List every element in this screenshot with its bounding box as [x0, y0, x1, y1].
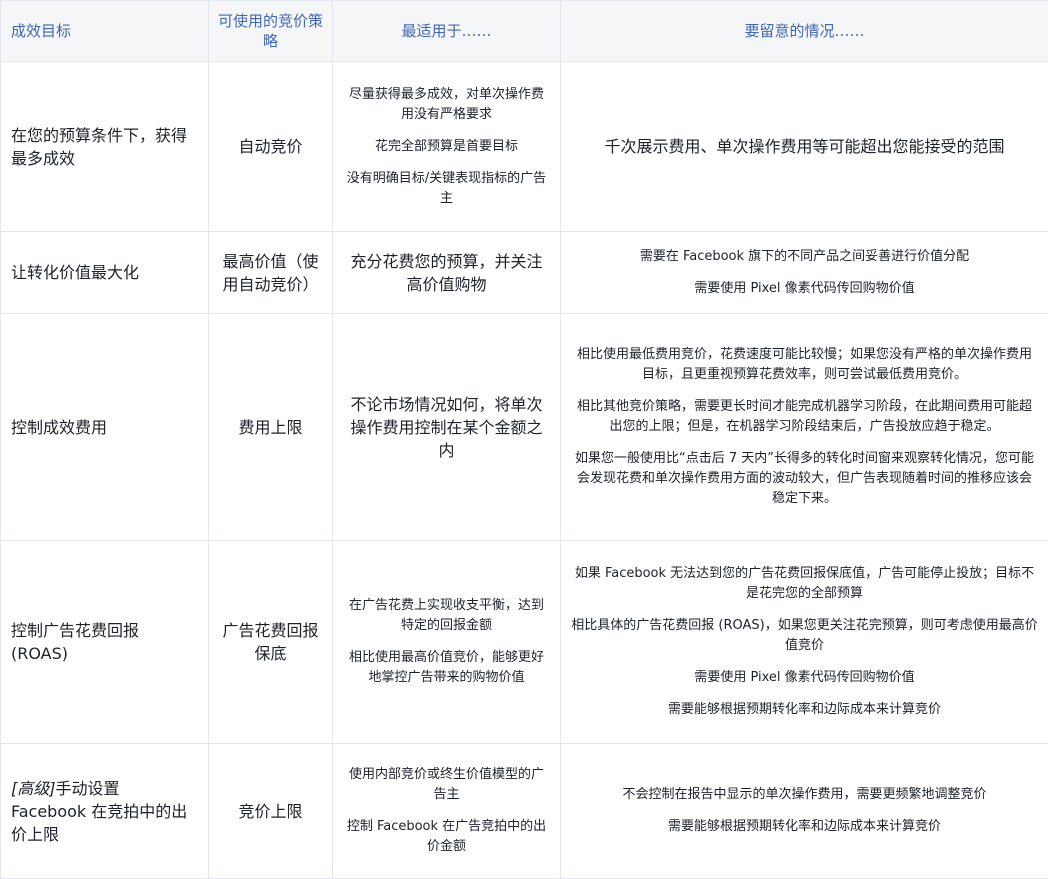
strategy-cell: 费用上限: [209, 314, 333, 541]
watch-for-item: 需要使用 Pixel 像素代码传回购物价值: [571, 279, 1038, 299]
best-for-item: 使用内部竞价或终生价值模型的广告主: [343, 765, 550, 805]
bidding-strategy-table: 成效目标 可使用的竞价策略 最适用于…… 要留意的情况…… 在您的预算条件下，获…: [0, 0, 1048, 879]
goal-cell: 在您的预算条件下，获得最多成效: [1, 62, 209, 232]
goal-cell: [高级]手动设置 Facebook 在竞拍中的出价上限: [1, 744, 209, 879]
watch-for-cell: 相比使用最低费用竞价，花费速度可能比较慢；如果您没有严格的单次操作费用目标，且更…: [561, 314, 1048, 541]
watch-for-item: 如果您一般使用比“点击后 7 天内”长得多的转化时间窗来观察转化情况，您可能会发…: [571, 449, 1038, 509]
column-header-goal: 成效目标: [1, 1, 209, 62]
table-row: 在您的预算条件下，获得最多成效 自动竞价 尽量获得最多成效，对单次操作费用没有严…: [1, 62, 1048, 232]
watch-for-item: 千次展示费用、单次操作费用等可能超出您能接受的范围: [571, 135, 1038, 158]
watch-for-cell: 需要在 Facebook 旗下的不同产品之间妥善进行价值分配 需要使用 Pixe…: [561, 232, 1048, 314]
best-for-item: 没有明确目标/关键表现指标的广告主: [343, 169, 550, 209]
watch-for-item: 需要使用 Pixel 像素代码传回购物价值: [571, 668, 1038, 688]
best-for-item: 尽量获得最多成效，对单次操作费用没有严格要求: [343, 85, 550, 125]
best-for-cell: 尽量获得最多成效，对单次操作费用没有严格要求 花完全部预算是首要目标 没有明确目…: [333, 62, 561, 232]
goal-cell: 控制成效费用: [1, 314, 209, 541]
watch-for-item: 相比具体的广告花费回报 (ROAS)，如果您更关注花完预算，则可考虑使用最高价值…: [571, 616, 1038, 656]
column-header-watch-for: 要留意的情况……: [561, 1, 1048, 62]
best-for-item: 不论市场情况如何，将单次操作费用控制在某个金额之内: [343, 393, 550, 462]
best-for-cell: 不论市场情况如何，将单次操作费用控制在某个金额之内: [333, 314, 561, 541]
watch-for-item: 如果 Facebook 无法达到您的广告花费回报保底值，广告可能停止投放；目标不…: [571, 564, 1038, 604]
watch-for-item: 需要能够根据预期转化率和边际成本来计算竞价: [571, 817, 1038, 837]
table-row: 控制广告花费回报 (ROAS) 广告花费回报保底 在广告花费上实现收支平衡，达到…: [1, 541, 1048, 744]
watch-for-item: 相比使用最低费用竞价，花费速度可能比较慢；如果您没有严格的单次操作费用目标，且更…: [571, 345, 1038, 385]
table-row: [高级]手动设置 Facebook 在竞拍中的出价上限 竞价上限 使用内部竞价或…: [1, 744, 1048, 879]
best-for-cell: 充分花费您的预算，并关注高价值购物: [333, 232, 561, 314]
watch-for-cell: 如果 Facebook 无法达到您的广告花费回报保底值，广告可能停止投放；目标不…: [561, 541, 1048, 744]
strategy-cell: 竞价上限: [209, 744, 333, 879]
best-for-cell: 在广告花费上实现收支平衡，达到特定的回报金额 相比使用最高价值竞价，能够更好地掌…: [333, 541, 561, 744]
strategy-cell: 自动竞价: [209, 62, 333, 232]
advanced-tag: [高级]: [11, 779, 56, 798]
best-for-item: 控制 Facebook 在广告竞拍中的出价金额: [343, 817, 550, 857]
table-header-row: 成效目标 可使用的竞价策略 最适用于…… 要留意的情况……: [1, 1, 1048, 62]
column-header-strategy: 可使用的竞价策略: [209, 1, 333, 62]
best-for-item: 相比使用最高价值竞价，能够更好地掌控广告带来的购物价值: [343, 648, 550, 688]
best-for-item: 充分花费您的预算，并关注高价值购物: [343, 250, 550, 296]
watch-for-item: 需要能够根据预期转化率和边际成本来计算竞价: [571, 700, 1038, 720]
table-row: 控制成效费用 费用上限 不论市场情况如何，将单次操作费用控制在某个金额之内 相比…: [1, 314, 1048, 541]
watch-for-item: 需要在 Facebook 旗下的不同产品之间妥善进行价值分配: [571, 247, 1038, 267]
best-for-cell: 使用内部竞价或终生价值模型的广告主 控制 Facebook 在广告竞拍中的出价金…: [333, 744, 561, 879]
watch-for-cell: 千次展示费用、单次操作费用等可能超出您能接受的范围: [561, 62, 1048, 232]
column-header-best-for: 最适用于……: [333, 1, 561, 62]
strategy-cell: 最高价值（使用自动竞价）: [209, 232, 333, 314]
goal-cell: 让转化价值最大化: [1, 232, 209, 314]
watch-for-cell: 不会控制在报告中显示的单次操作费用，需要更频繁地调整竞价 需要能够根据预期转化率…: [561, 744, 1048, 879]
strategy-cell: 广告花费回报保底: [209, 541, 333, 744]
watch-for-item: 相比其他竞价策略，需要更长时间才能完成机器学习阶段，在此期间费用可能超出您的上限…: [571, 397, 1038, 437]
watch-for-item: 不会控制在报告中显示的单次操作费用，需要更频繁地调整竞价: [571, 785, 1038, 805]
goal-cell: 控制广告花费回报 (ROAS): [1, 541, 209, 744]
best-for-item: 花完全部预算是首要目标: [343, 137, 550, 157]
table-row: 让转化价值最大化 最高价值（使用自动竞价） 充分花费您的预算，并关注高价值购物 …: [1, 232, 1048, 314]
best-for-item: 在广告花费上实现收支平衡，达到特定的回报金额: [343, 596, 550, 636]
